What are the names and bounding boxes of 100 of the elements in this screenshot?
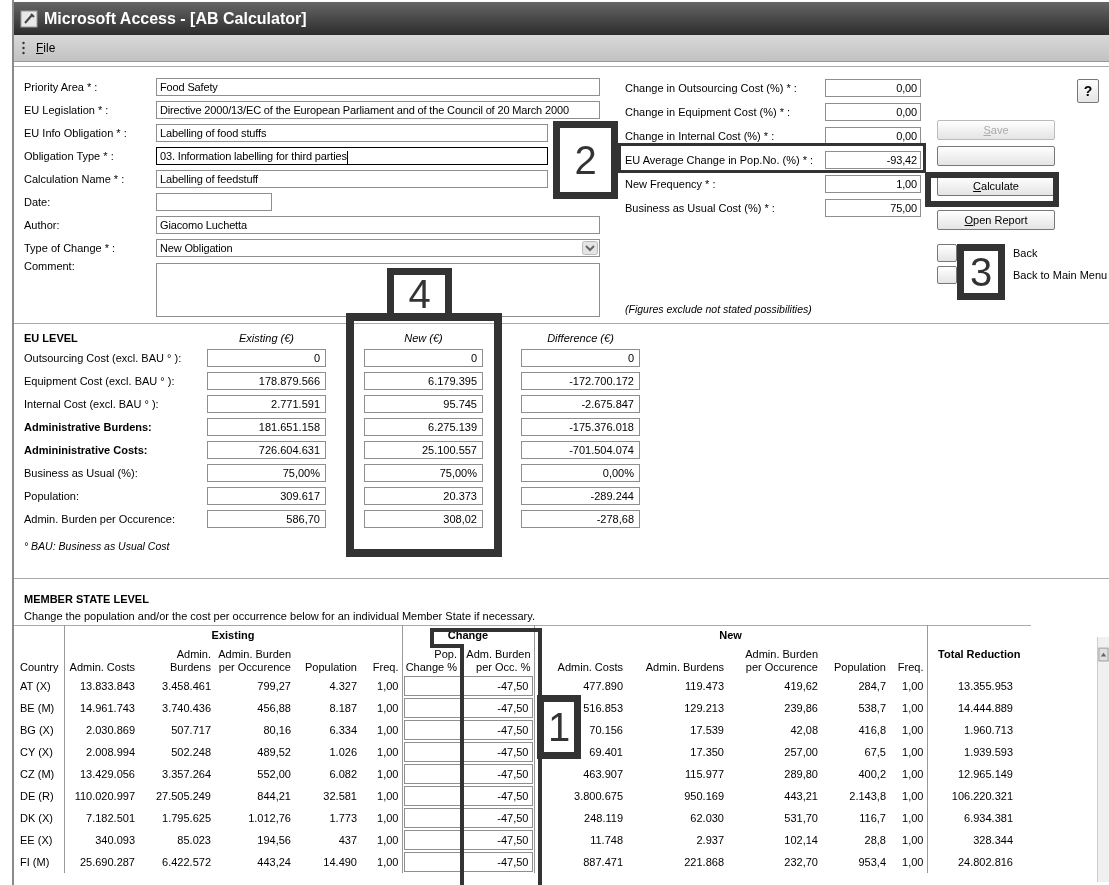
column-header: New (€) (403, 332, 444, 344)
input-field[interactable] (403, 807, 461, 828)
number-field[interactable]: 75,00 (825, 199, 921, 217)
table-cell: 8.187 (329, 701, 357, 714)
table-cell: 239,86 (784, 701, 818, 714)
number-field[interactable]: 1,00 (825, 175, 921, 193)
table-cell: 538,7 (858, 701, 886, 714)
action-button[interactable]: Open Report (937, 210, 1055, 230)
input-field[interactable] (403, 719, 461, 740)
input-field[interactable]: -47,50 (463, 719, 533, 740)
table-cell: 1,00 (377, 701, 399, 714)
input-field[interactable]: -47,50 (463, 785, 533, 806)
small-button[interactable] (937, 244, 957, 262)
table-cell: 1,00 (902, 679, 924, 692)
row-label: Population: (24, 490, 80, 502)
text-field[interactable]: Labelling of feedstuff (156, 170, 548, 189)
table-cell: BE (M) (20, 701, 55, 714)
row-label: Business as Usual (%): (24, 467, 138, 479)
group-header: Change (402, 625, 534, 648)
input-field[interactable]: -47,50 (463, 851, 533, 872)
number-field[interactable]: 0,00 (825, 79, 921, 97)
input-field[interactable] (403, 675, 461, 696)
table-cell: 443,24 (257, 855, 291, 868)
input-field[interactable] (403, 785, 461, 806)
input-field[interactable]: -47,50 (463, 829, 533, 850)
value-field: 6.179.395 (364, 372, 483, 390)
section-title: MEMBER STATE LEVEL (24, 593, 150, 605)
column-header: Population (833, 659, 887, 675)
table-cell: 1,00 (902, 701, 924, 714)
value-field: -701.504.074 (521, 441, 640, 459)
input-field[interactable] (403, 697, 461, 718)
table-cell: 1,00 (902, 855, 924, 868)
small-button[interactable] (937, 266, 957, 284)
number-field[interactable]: 0,00 (825, 103, 921, 121)
table-cell: 194,56 (257, 833, 291, 846)
field-label: EU Average Change in Pop.No. (%) * : (625, 154, 815, 166)
value-field: 75,00% (364, 464, 483, 482)
column-header: Admin. Burden per Occurence (217, 647, 292, 675)
field-label: Obligation Type * : (24, 150, 115, 163)
button-label: Back (1013, 247, 1038, 259)
date-field[interactable] (156, 193, 272, 212)
number-field[interactable]: -93,42 (825, 151, 921, 169)
text-field[interactable]: 03. Information labelling for third parties (156, 147, 548, 166)
input-field[interactable]: -47,50 (463, 807, 533, 828)
action-button[interactable] (937, 146, 1055, 166)
column-header: Population (304, 659, 358, 675)
table-cell: 17.350 (690, 745, 724, 758)
table-cell: 115.977 (685, 767, 724, 780)
value-field: 75,00% (207, 464, 326, 482)
table-cell: 3.740.436 (162, 701, 211, 714)
text-field[interactable]: Food Safety (156, 78, 600, 97)
grip-icon (22, 41, 25, 55)
section-title: EU LEVEL (24, 332, 79, 344)
table-cell: 6.082 (329, 767, 357, 780)
table-cell: 340.093 (95, 833, 135, 846)
table-cell: 416,8 (858, 723, 886, 736)
input-field[interactable]: -47,50 (463, 675, 533, 696)
input-field[interactable]: -47,50 (463, 763, 533, 784)
field-label: Type of Change * : (24, 242, 117, 255)
input-field[interactable] (403, 763, 461, 784)
table-cell: 1.012,76 (248, 811, 291, 824)
input-field[interactable]: -47,50 (463, 741, 533, 762)
field-label: Change in Internal Cost (%) * : (625, 130, 776, 142)
table-cell: 1,00 (902, 811, 924, 824)
column-header: Freq. (889, 647, 927, 675)
table-cell: 1.795.625 (162, 811, 211, 824)
table-cell: 80,16 (263, 723, 291, 736)
value-field: 95.745 (364, 395, 483, 413)
menu-item[interactable]: File (33, 39, 59, 57)
input-field[interactable]: -47,50 (463, 697, 533, 718)
table-cell: 463.907 (583, 767, 623, 780)
row-label: Outsourcing Cost (excl. BAU ° ): (24, 352, 182, 364)
help-button[interactable]: ? (1077, 79, 1099, 103)
value-field: 0 (521, 349, 640, 367)
value-field: -289.244 (521, 487, 640, 505)
group-header: Existing (64, 625, 402, 648)
value-field: -175.376.018 (521, 418, 640, 436)
hint-text: Change the population and/or the cost per occurrence below for an individual Member State if necessary. (24, 610, 536, 622)
table-cell: 437 (338, 833, 357, 846)
text-field[interactable]: Directive 2000/13/EC of the European Parliament and of the Council of 20 March 2000 (156, 101, 600, 120)
value-field: 178.879.566 (207, 372, 326, 390)
group-header: New (534, 625, 927, 648)
value-field: -2.675.847 (521, 395, 640, 413)
table-cell: 1,00 (377, 723, 399, 736)
column-header: Admin. Burdens (169, 647, 212, 675)
table-cell: 443,21 (784, 789, 818, 802)
table-cell: 25.690.287 (79, 855, 135, 868)
input-field[interactable] (403, 829, 461, 850)
table-cell: 67,5 (864, 745, 886, 758)
table-cell: 13.355.953 (957, 679, 1013, 692)
input-field[interactable] (403, 851, 461, 872)
input-field[interactable] (403, 741, 461, 762)
text-field[interactable]: Giacomo Luchetta (156, 216, 600, 235)
table-cell: 4.327 (329, 679, 357, 692)
text-field[interactable]: Labelling of food stuffs (156, 124, 548, 143)
window-title: Microsoft Access - [AB Calculator] (44, 9, 307, 28)
table-cell: 62.030 (690, 811, 724, 824)
dropdown-field[interactable]: New Obligation (156, 239, 600, 258)
table-cell: 1.939.593 (964, 745, 1013, 758)
scrollbar[interactable] (1097, 637, 1109, 882)
